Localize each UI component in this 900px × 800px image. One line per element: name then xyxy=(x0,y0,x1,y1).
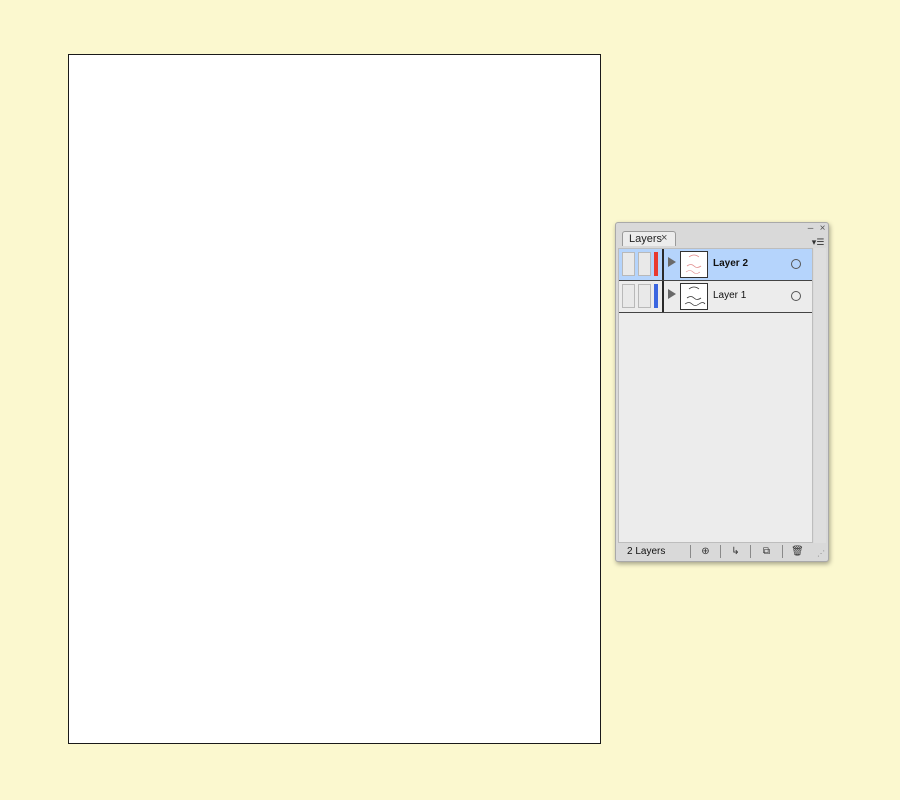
visibility-toggle[interactable] xyxy=(622,252,635,276)
layer-name[interactable]: Layer 1 xyxy=(713,290,746,302)
minimize-icon[interactable]: – xyxy=(806,224,815,234)
target-circle-icon[interactable] xyxy=(791,259,801,269)
artboard[interactable] xyxy=(68,54,601,744)
resize-grip-icon[interactable]: ⋰ xyxy=(817,549,827,559)
layer-color-strip xyxy=(654,252,658,276)
layers-list: Layer 2 Layer 1 xyxy=(618,248,813,543)
tab-layers[interactable]: Layers × xyxy=(622,231,676,246)
workspace-canvas[interactable]: – × Layers × ▾☰ Layer 2 Layer 1 2 Layers… xyxy=(0,0,900,800)
layer-name[interactable]: Layer 2 xyxy=(713,258,748,270)
row-divider xyxy=(662,249,664,280)
layer-thumbnail xyxy=(680,251,708,278)
new-layer-button[interactable]: ⧉ xyxy=(750,545,782,558)
delete-layer-button[interactable]: 🗑 xyxy=(782,545,812,558)
panel-footer: 2 Layers ⊕ ↳ ⧉ 🗑 ⋰ xyxy=(616,544,828,561)
visibility-toggle[interactable] xyxy=(622,284,635,308)
scrollbar[interactable] xyxy=(814,248,826,543)
layer-color-strip xyxy=(654,284,658,308)
layer-row[interactable]: Layer 1 xyxy=(619,281,812,313)
locate-object-button[interactable]: ⊕ xyxy=(690,545,720,558)
layer-thumbnail xyxy=(680,283,708,310)
tab-label: Layers xyxy=(629,233,663,245)
lock-toggle[interactable] xyxy=(638,284,651,308)
layer-count: 2 Layers xyxy=(627,546,666,557)
new-sublayer-icon: ↳ xyxy=(731,546,740,557)
layers-panel: – × Layers × ▾☰ Layer 2 Layer 1 2 Layers… xyxy=(615,222,829,562)
trash-icon: 🗑 xyxy=(791,546,804,557)
lock-toggle[interactable] xyxy=(638,252,651,276)
expand-triangle-icon[interactable] xyxy=(668,289,676,299)
panel-menu-icon[interactable]: ▾☰ xyxy=(810,237,826,247)
new-layer-icon: ⧉ xyxy=(762,546,771,557)
expand-triangle-icon[interactable] xyxy=(668,257,676,267)
close-icon[interactable]: × xyxy=(818,224,827,234)
tab-close-icon[interactable]: × xyxy=(661,232,667,244)
target-circle-icon[interactable] xyxy=(791,291,801,301)
row-divider xyxy=(662,281,664,312)
layer-row[interactable]: Layer 2 xyxy=(619,249,812,281)
locate-object-icon: ⊕ xyxy=(701,546,710,557)
new-sublayer-button[interactable]: ↳ xyxy=(720,545,750,558)
